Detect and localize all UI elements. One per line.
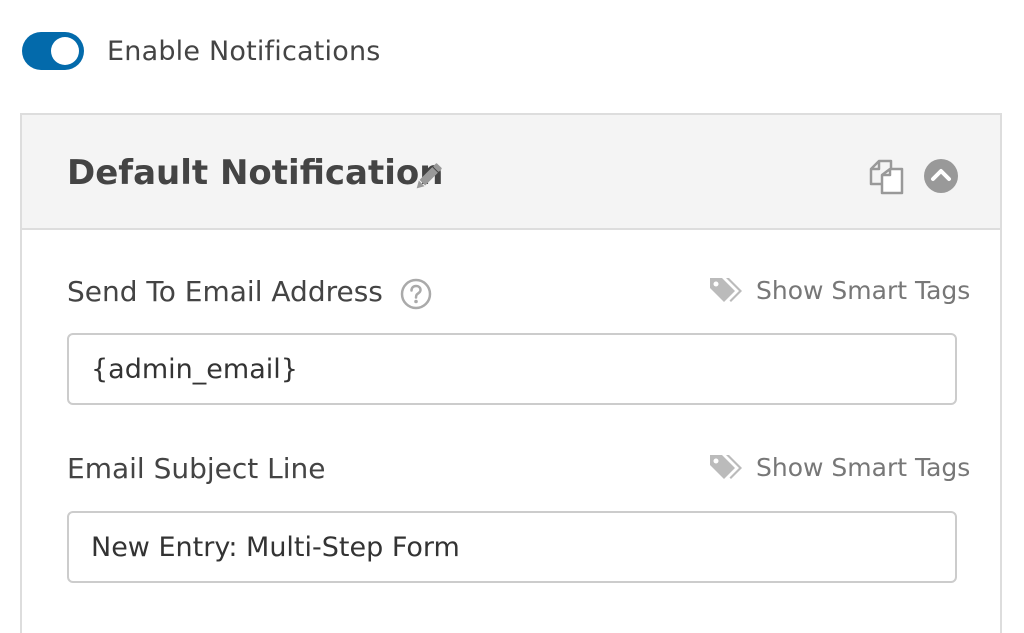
notification-panel-header: Default Notification bbox=[22, 115, 1000, 230]
question-circle-icon[interactable] bbox=[400, 278, 432, 310]
enable-notifications-row: Enable Notifications bbox=[22, 31, 381, 71]
email-subject-input[interactable] bbox=[67, 511, 957, 583]
send-to-email-label: Send To Email Address bbox=[67, 275, 383, 308]
pencil-icon[interactable] bbox=[410, 159, 446, 195]
tags-icon bbox=[710, 278, 742, 302]
chevron-up-circle-icon[interactable] bbox=[923, 158, 959, 194]
show-smart-tags-email[interactable]: Show Smart Tags bbox=[708, 275, 970, 305]
show-smart-tags-label[interactable]: Show Smart Tags bbox=[756, 276, 970, 305]
send-to-email-input[interactable] bbox=[67, 333, 957, 405]
show-smart-tags-subject[interactable]: Show Smart Tags bbox=[708, 452, 970, 482]
notification-panel: Default Notification Send To Email Addre… bbox=[20, 113, 1002, 633]
notification-title: Default Notification bbox=[67, 153, 444, 193]
show-smart-tags-label[interactable]: Show Smart Tags bbox=[756, 453, 970, 482]
toggle-knob bbox=[51, 37, 79, 65]
enable-notifications-toggle[interactable] bbox=[22, 32, 84, 70]
enable-notifications-label[interactable]: Enable Notifications bbox=[107, 36, 381, 67]
tags-icon bbox=[710, 455, 742, 479]
clone-icon[interactable] bbox=[867, 158, 905, 196]
email-subject-label: Email Subject Line bbox=[67, 452, 326, 485]
